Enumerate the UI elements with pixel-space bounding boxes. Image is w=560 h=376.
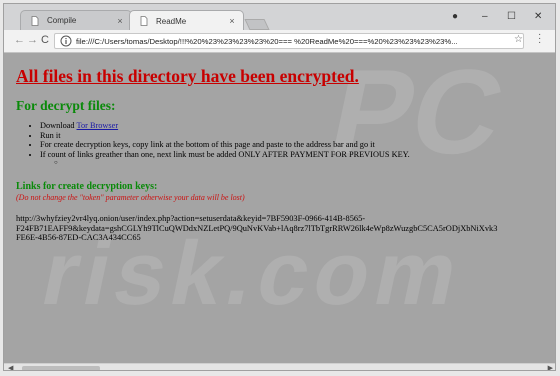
tab-label: Compile xyxy=(47,16,77,25)
tab-compile[interactable]: Compile × xyxy=(20,10,132,30)
horizontal-scrollbar[interactable]: ◀ ▶ xyxy=(4,363,555,370)
address-bar[interactable]: file:///C:/Users/tomas/Desktop/!!!%20%23… xyxy=(54,33,524,49)
page-content: PC risk.com All files in this directory … xyxy=(4,53,555,363)
tab-strip: Compile × ReadMe × ● – ☐ ✕ xyxy=(4,4,555,31)
list-item: Run it xyxy=(40,131,410,141)
tab-close-icon[interactable]: × xyxy=(113,16,127,26)
back-button[interactable]: ← xyxy=(14,34,25,46)
profile-icon[interactable]: ● xyxy=(452,11,458,22)
reload-button[interactable]: C xyxy=(41,34,49,46)
document-icon xyxy=(30,15,40,26)
browser-window: Compile × ReadMe × ● – ☐ ✕ ← → C file://… xyxy=(3,3,556,371)
list-item: Download Tor Browser xyxy=(40,121,410,131)
tab-close-icon[interactable]: × xyxy=(225,16,239,26)
tab-readme[interactable]: ReadMe × xyxy=(129,10,244,31)
list-item: If count of links greather than one, nex… xyxy=(40,150,410,160)
sub-bullet: ○ xyxy=(54,160,58,166)
close-button[interactable]: ✕ xyxy=(534,11,542,22)
scroll-right-icon[interactable]: ▶ xyxy=(548,364,553,370)
token-warning: (Do not change the "token" parameter oth… xyxy=(16,193,245,202)
browser-toolbar: ← → C file:///C:/Users/tomas/Desktop/!!!… xyxy=(4,30,555,53)
decryption-url-text[interactable]: http://3whyfziey2vr4lyq.onion/user/index… xyxy=(16,214,497,243)
tor-browser-link[interactable]: Tor Browser xyxy=(77,121,119,130)
address-url: file:///C:/Users/tomas/Desktop/!!!%20%23… xyxy=(76,36,458,46)
page-heading: All files in this directory have been en… xyxy=(16,66,359,86)
menu-kebab-icon[interactable]: · · · xyxy=(538,30,541,48)
scrollbar-thumb[interactable] xyxy=(22,366,100,370)
forward-button[interactable]: → xyxy=(27,34,38,46)
info-icon[interactable] xyxy=(60,35,72,47)
minimize-button[interactable]: – xyxy=(482,11,488,22)
document-icon xyxy=(139,16,149,26)
list-item: For create decryption keys, copy link at… xyxy=(40,140,410,150)
new-tab-button[interactable] xyxy=(244,19,270,30)
maximize-button[interactable]: ☐ xyxy=(507,11,516,22)
bookmark-star-icon[interactable]: ☆ xyxy=(514,34,523,45)
scroll-left-icon[interactable]: ◀ xyxy=(8,364,13,370)
links-title: Links for create decryption keys: xyxy=(16,181,158,192)
instructions-list: Download Tor Browser Run it For create d… xyxy=(26,121,410,159)
tab-label: ReadMe xyxy=(156,16,187,26)
decrypt-title: For decrypt files: xyxy=(16,98,116,113)
